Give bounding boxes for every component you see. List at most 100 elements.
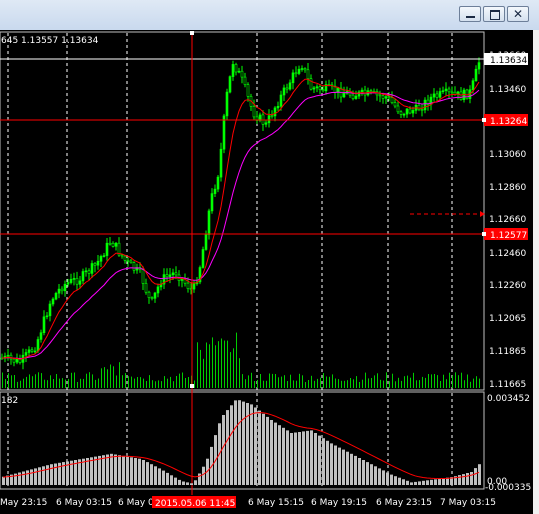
- volume-bar: [209, 344, 210, 388]
- volume-bar: [44, 379, 45, 388]
- candle-body: [102, 255, 106, 257]
- volume-bar: [203, 358, 204, 388]
- candle-body: [126, 260, 130, 262]
- volume-bar: [95, 379, 96, 388]
- oscillator-bar: [194, 480, 197, 485]
- volume-bar: [329, 376, 330, 388]
- volume-bar: [479, 378, 480, 388]
- volume-bar: [377, 373, 378, 388]
- candle-body: [111, 243, 115, 247]
- candle-body: [300, 68, 304, 70]
- candle-body: [96, 260, 100, 266]
- volume-bar: [401, 380, 402, 388]
- candle-body: [240, 70, 244, 78]
- oscillator-bar: [258, 410, 261, 485]
- volume-bar: [311, 375, 312, 388]
- volume-bar: [269, 373, 270, 388]
- volume-bar: [437, 375, 438, 388]
- volume-bar: [29, 374, 30, 388]
- candle-body: [33, 350, 37, 353]
- volume-bar: [371, 378, 372, 388]
- volume-bar: [239, 358, 240, 388]
- volume-bar: [308, 380, 309, 388]
- oscillator-bar: [434, 479, 437, 485]
- candle-body: [444, 88, 448, 92]
- candle-body: [291, 72, 295, 84]
- candle-body: [30, 349, 34, 352]
- volume-bar: [62, 378, 63, 388]
- crosshair-handle-top[interactable]: [190, 31, 194, 35]
- oscillator-bar: [310, 430, 313, 485]
- price-chart-canvas[interactable]: 645 1.13557 1.13634 182 1.13660 1.13460 …: [0, 0, 539, 514]
- candle-body: [387, 96, 391, 98]
- candle-body: [75, 278, 79, 285]
- candle-body: [114, 242, 118, 247]
- volume-bar: [407, 375, 408, 388]
- oscillator-axis: 0.003452 0.00 -0.000335: [485, 394, 531, 493]
- candle-body: [405, 108, 409, 115]
- candle-body: [450, 91, 454, 94]
- volume-bar: [320, 377, 321, 388]
- candle-body: [153, 292, 157, 299]
- oscillator-bar: [326, 440, 329, 485]
- volume-bar: [80, 378, 81, 388]
- osc-axis-label-top: 0.003452: [487, 394, 530, 404]
- oscillator-bar: [390, 474, 393, 485]
- oscillator-bar: [170, 475, 173, 486]
- candle-body: [420, 109, 424, 111]
- oscillator-bar: [418, 481, 421, 485]
- candle-body: [168, 274, 172, 278]
- volume-bar: [281, 376, 282, 388]
- volume-bar: [254, 381, 255, 388]
- hline-upper-handle[interactable]: [482, 118, 486, 122]
- candle-body: [402, 113, 406, 116]
- volume-bar: [293, 380, 294, 388]
- volume-bar: [53, 379, 54, 388]
- oscillator-bar: [290, 433, 293, 485]
- oscillator-bar: [26, 470, 29, 485]
- candle-body: [60, 288, 64, 292]
- oscillator-bar: [46, 465, 49, 485]
- time-axis-label: 6 May 03:15: [56, 498, 112, 508]
- volume-bar: [386, 372, 387, 388]
- hline-lower-handle[interactable]: [482, 232, 486, 236]
- candle-body: [288, 82, 292, 90]
- volume-bar: [116, 375, 117, 388]
- price-axis-label: 1.12065: [489, 314, 526, 324]
- candle-body: [351, 94, 355, 99]
- candle-body: [207, 210, 211, 235]
- candle-body: [231, 64, 235, 77]
- volume-bar: [305, 382, 306, 388]
- volume-bar: [200, 349, 201, 388]
- volume-bar: [236, 332, 237, 388]
- candle-body: [36, 339, 40, 352]
- price-axis-label: 1.12660: [489, 215, 526, 225]
- volume-bar: [11, 375, 12, 388]
- volume-bar: [71, 372, 72, 388]
- oscillator-bar: [18, 472, 21, 485]
- candle-body: [276, 106, 280, 109]
- candle-body: [78, 280, 82, 285]
- volume-bar: [38, 372, 39, 388]
- volume-bar: [440, 381, 441, 388]
- volume-bar: [251, 372, 252, 388]
- volume-bar: [341, 380, 342, 388]
- candle-body: [66, 282, 70, 285]
- oscillator-bar: [374, 466, 377, 485]
- volume-bar: [248, 375, 249, 388]
- volume-bar: [278, 377, 279, 388]
- volume-bar: [68, 378, 69, 388]
- time-axis-label: 6 May 15:15: [248, 498, 304, 508]
- oscillator-bar: [86, 458, 89, 485]
- candle-body: [417, 104, 421, 110]
- volume-bar: [221, 338, 222, 388]
- oscillator-bar: [242, 401, 245, 485]
- crosshair-handle-bottom[interactable]: [190, 384, 194, 388]
- volume-bar: [170, 376, 171, 388]
- volume-bar: [134, 378, 135, 388]
- volume-bar: [110, 364, 111, 388]
- time-axis: May 23:15 6 May 03:15 6 May 0 6 May 15:1…: [0, 498, 496, 508]
- oscillator-bar: [298, 432, 301, 485]
- volume-bar: [443, 374, 444, 388]
- candle-body: [474, 68, 478, 81]
